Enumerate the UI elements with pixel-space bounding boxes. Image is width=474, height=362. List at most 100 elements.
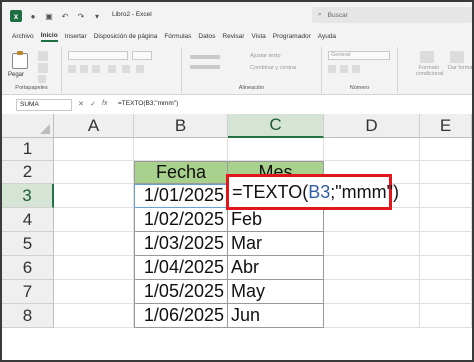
wrap-text-button[interactable]: Ajustar texto [250, 53, 281, 59]
cell-c6[interactable]: Abr [228, 256, 324, 280]
cell-c1[interactable] [228, 138, 324, 161]
underline-icon[interactable] [92, 65, 100, 73]
save-icon[interactable]: ▣ [44, 11, 54, 21]
row-header-8[interactable]: 8 [2, 304, 54, 328]
tab-archivo[interactable]: Archivo [12, 33, 34, 40]
cell-e8[interactable] [420, 304, 472, 328]
cell-b5[interactable]: 1/03/2025 [134, 232, 228, 256]
format-as-table-icon[interactable] [450, 51, 464, 63]
row-header-3[interactable]: 3 [2, 184, 54, 208]
percent-icon[interactable] [340, 65, 348, 73]
cell-d1[interactable] [324, 138, 420, 161]
font-size-box[interactable] [132, 51, 152, 60]
tab-vista[interactable]: Vista [251, 33, 265, 40]
cell-b4[interactable]: 1/02/2025 [134, 208, 228, 232]
name-box[interactable]: SUMA [16, 99, 72, 111]
comma-style-icon[interactable] [352, 65, 360, 73]
cell-a4[interactable] [54, 208, 134, 232]
cell-c3-editor[interactable]: =TEXTO(B3 ;"mmm") [226, 174, 399, 210]
copy-icon[interactable] [38, 63, 48, 73]
fill-color-icon[interactable] [122, 65, 130, 73]
column-header-e[interactable]: E [420, 114, 472, 138]
conditional-format-icon[interactable] [420, 51, 434, 63]
number-format-select[interactable]: General [328, 51, 390, 60]
format-as-table-button[interactable]: Dar forma [448, 65, 472, 71]
tab-ayuda[interactable]: Ayuda [318, 33, 336, 40]
cell-a8[interactable] [54, 304, 134, 328]
currency-icon[interactable] [328, 65, 336, 73]
header-fecha[interactable]: Fecha [134, 161, 228, 184]
tab-programador[interactable]: Programador [273, 33, 311, 40]
cell-a1[interactable] [54, 138, 134, 161]
search-box[interactable]: ⌕ Buscar [312, 7, 472, 23]
column-header-c[interactable]: C [228, 114, 324, 138]
tab-formulas[interactable]: Fórmulas [164, 33, 191, 40]
undo-icon[interactable]: ↶ [60, 11, 70, 21]
cell-d7[interactable] [324, 280, 420, 304]
paste-button-label[interactable]: Pegar [8, 72, 24, 78]
cell-b7[interactable]: 1/05/2025 [134, 280, 228, 304]
customize-toolbar-icon[interactable]: ▾ [92, 11, 102, 21]
format-painter-icon[interactable] [38, 75, 46, 83]
tab-revisar[interactable]: Revisar [222, 33, 244, 40]
cell-e1[interactable] [420, 138, 472, 161]
cell-a7[interactable] [54, 280, 134, 304]
column-header-d[interactable]: D [324, 114, 420, 138]
row-header-7[interactable]: 7 [2, 280, 54, 304]
cell-e6[interactable] [420, 256, 472, 280]
cell-c8[interactable]: Jun [228, 304, 324, 328]
alignment-group-label: Alineación [238, 85, 265, 91]
cell-d4[interactable] [324, 208, 420, 232]
conditional-format-button[interactable]: Formato condicional [416, 65, 444, 77]
formula-input[interactable]: =TEXTO(B3;"mmm") [118, 100, 178, 107]
cell-e2[interactable] [420, 161, 472, 184]
cancel-icon[interactable]: ✕ [78, 100, 84, 108]
row-header-1[interactable]: 1 [2, 138, 54, 161]
cell-c4[interactable]: Feb [228, 208, 324, 232]
cell-e5[interactable] [420, 232, 472, 256]
row-header-5[interactable]: 5 [2, 232, 54, 256]
column-header-a[interactable]: A [54, 114, 134, 138]
cell-a3[interactable] [54, 184, 134, 208]
cell-e4[interactable] [420, 208, 472, 232]
confirm-icon[interactable]: ✓ [90, 100, 96, 108]
select-all-button[interactable] [2, 114, 54, 138]
column-header-b[interactable]: B [134, 114, 228, 138]
font-name-box[interactable] [68, 51, 128, 60]
row-header-4[interactable]: 4 [2, 208, 54, 232]
cell-a2[interactable] [54, 161, 134, 184]
cell-b6[interactable]: 1/04/2025 [134, 256, 228, 280]
tab-insertar[interactable]: Insertar [65, 33, 87, 40]
tab-inicio[interactable]: Inicio [40, 32, 58, 42]
cut-icon[interactable] [38, 51, 48, 61]
empty-grid-area[interactable] [54, 328, 472, 360]
cell-e7[interactable] [420, 280, 472, 304]
cell-d5[interactable] [324, 232, 420, 256]
redo-icon[interactable]: ↷ [76, 11, 86, 21]
formula-suffix: ;"mmm") [330, 181, 399, 202]
row-header-2[interactable]: 2 [2, 161, 54, 184]
paste-icon[interactable] [12, 51, 28, 69]
merge-center-button[interactable]: Combinar y centrar [250, 65, 297, 71]
row-header-6[interactable]: 6 [2, 256, 54, 280]
cell-c7[interactable]: May [228, 280, 324, 304]
cell-c5[interactable]: Mar [228, 232, 324, 256]
insert-function-icon[interactable]: fx [102, 100, 107, 107]
cell-a6[interactable] [54, 256, 134, 280]
align-left-icon[interactable] [190, 65, 220, 69]
cell-d6[interactable] [324, 256, 420, 280]
align-top-icon[interactable] [190, 55, 220, 59]
cell-d8[interactable] [324, 304, 420, 328]
borders-icon[interactable] [108, 65, 116, 73]
bold-icon[interactable] [68, 65, 76, 73]
autosave-toggle-icon[interactable]: ● [28, 11, 38, 21]
cell-b1[interactable] [134, 138, 228, 161]
font-color-icon[interactable] [136, 65, 144, 73]
tab-datos[interactable]: Datos [198, 33, 215, 40]
tab-disposicion[interactable]: Disposición de página [94, 33, 158, 40]
cell-e3[interactable] [420, 184, 472, 208]
cell-a5[interactable] [54, 232, 134, 256]
italic-icon[interactable] [80, 65, 88, 73]
cell-b8[interactable]: 1/06/2025 [134, 304, 228, 328]
cell-b3[interactable]: 1/01/2025 [134, 184, 228, 208]
